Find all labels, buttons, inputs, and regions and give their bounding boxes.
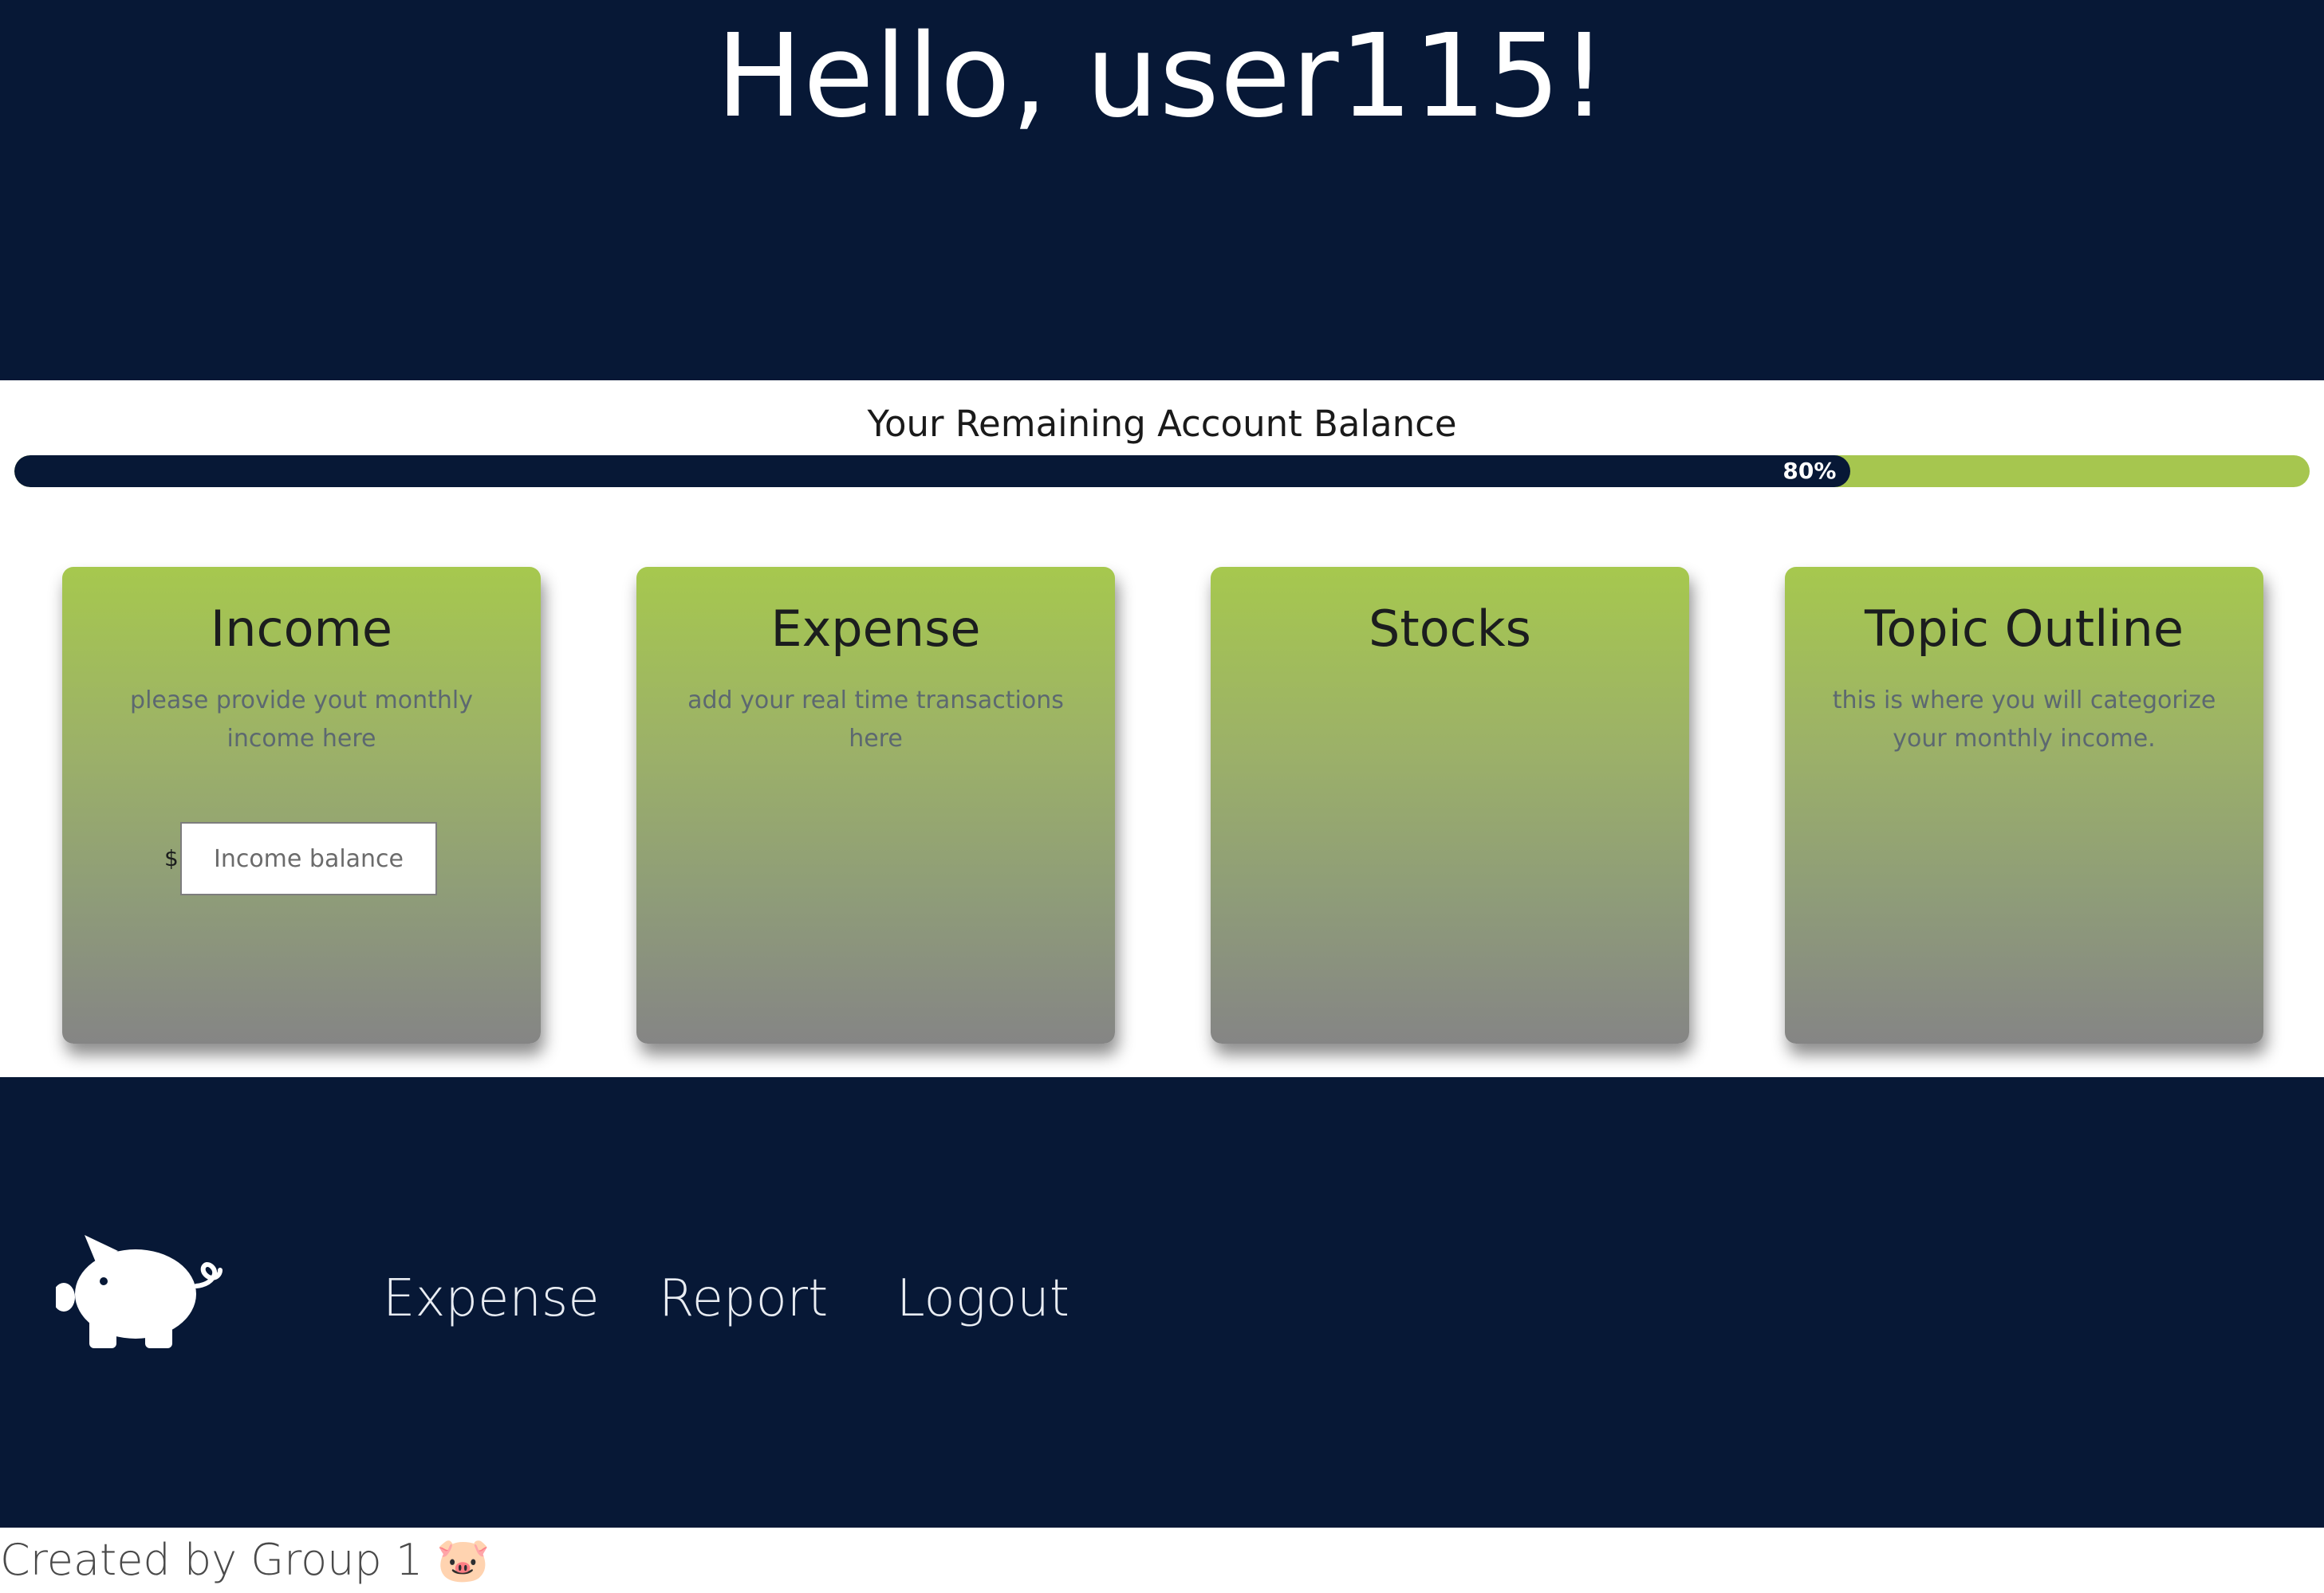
balance-progress-fill: 80% (14, 455, 1851, 487)
footer: Expense Report Logout (0, 1077, 2324, 1528)
expense-card-title: Expense (770, 600, 981, 658)
income-card: Income please provide yout monthly incom… (62, 567, 541, 1044)
expense-card-description: add your real time transactions here (687, 686, 1064, 753)
credit-bar: Created by Group 1 🐷 (0, 1528, 2324, 1593)
topic-outline-card-title: Topic Outline (1865, 600, 2184, 658)
credit-text: Created by Group 1 🐷 (0, 1535, 490, 1585)
header: Hello, user115! (0, 0, 2324, 380)
balance-title: Your Remaining Account Balance (867, 403, 1457, 445)
nav-report-link[interactable]: Report (659, 1267, 828, 1331)
balance-section: Your Remaining Account Balance 80% Incom… (0, 380, 2324, 1077)
nav-logout-link[interactable]: Logout (896, 1267, 1069, 1331)
balance-progress-label: 80% (1782, 458, 1837, 484)
topic-outline-card-description: this is where you will categorize your m… (1832, 686, 2216, 753)
income-card-description: please provide yout monthly income here (130, 686, 473, 753)
currency-symbol: $ (164, 845, 179, 871)
stocks-card: Stocks (1211, 567, 1689, 1044)
topic-outline-card: Topic Outline this is where you will cat… (1785, 567, 2263, 1044)
page-title: Hello, user115! (715, 9, 1609, 143)
balance-progress-bar: 80% (14, 455, 2310, 487)
expense-card: Expense add your real time transactions … (636, 567, 1115, 1044)
stocks-card-title: Stocks (1369, 600, 1531, 658)
nav-expense-link[interactable]: Expense (383, 1267, 600, 1331)
income-balance-input[interactable] (180, 822, 437, 895)
income-card-title: Income (210, 600, 393, 658)
piggy-bank-icon (53, 1229, 223, 1348)
